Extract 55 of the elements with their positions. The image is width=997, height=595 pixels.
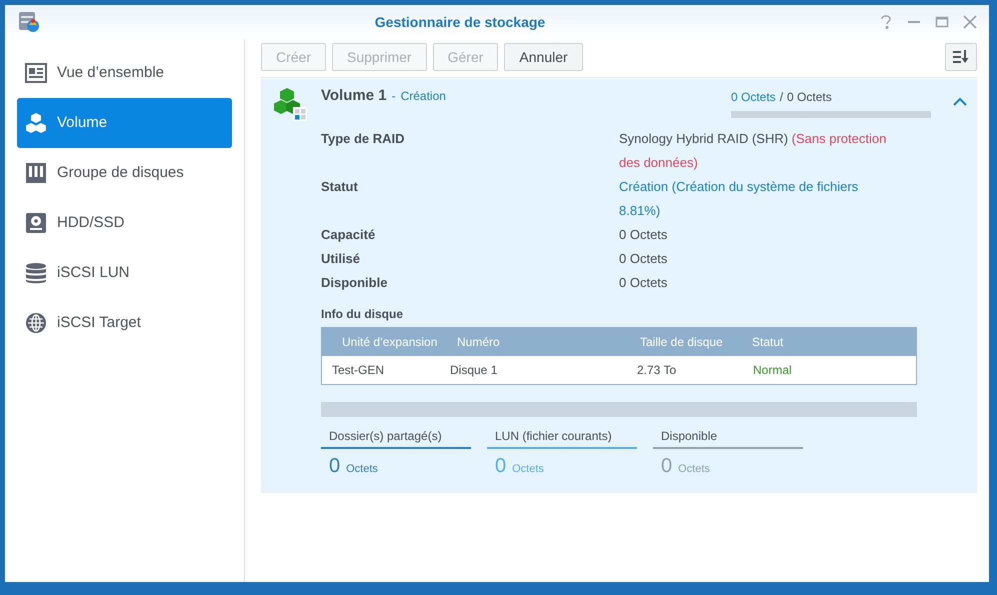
sort-icon [953,50,969,64]
column-header: Unité d’expansion [341,334,438,351]
detail-value: Synology Hybrid RAID (SHR) (Sans protection des données) [619,130,888,172]
database-icon [25,262,47,284]
cubes-icon [25,112,47,134]
column-header: Numéro [457,334,501,351]
maximize-icon[interactable] [935,15,949,29]
used-size: 0 Octets [731,89,776,106]
legend-label: Disponible [653,427,803,449]
volume-state: Création [400,88,446,105]
chevron-up-icon[interactable] [953,97,967,107]
detail-value: Création (Création du système de fichiers 8.81%) [619,178,860,220]
table-cell-text: Disque 1 [450,362,498,379]
table-cell-text: 2.73 To [637,362,678,379]
separator: / [780,89,784,106]
detail-label: Capacité [321,226,376,244]
sidebar-item[interactable]: Groupe de disques [17,148,232,198]
close-icon[interactable] [963,15,977,29]
app-icon [17,10,41,34]
table-cell-text: Normal [753,362,793,379]
legend-value: 0 [495,454,506,479]
toolbar-button[interactable]: Annuler [504,43,583,71]
detail-label: Utilisé [321,250,362,268]
column-header: Statut [752,334,784,351]
legend-unit: Octets [678,462,710,477]
sort-button[interactable] [945,43,977,71]
help-icon[interactable] [879,15,893,29]
legend-label: LUN (fichier courants) [487,427,637,449]
separator: - [392,88,396,105]
sidebar-item[interactable]: iSCSI Target [17,298,232,348]
detail-label: Type de RAID [321,130,406,148]
globe-icon [25,312,47,334]
id-card-icon [25,62,47,84]
volume-name: Volume 1 [321,86,387,106]
sidebar-item[interactable]: iSCSI LUN [17,248,232,298]
legend-label: Dossier(s) partagé(s) [321,427,471,449]
legend-unit: Octets [512,462,544,477]
total-size: 0 Octets [787,89,832,106]
legend-unit: Octets [346,462,378,477]
window-title: Gestionnaire de stockage [374,12,546,32]
cubes-icon [273,87,307,121]
column-header: Taille de disque [640,334,724,351]
detail-value: 0 Octets [619,250,668,268]
legend-value: 0 [329,454,340,479]
sidebar-item[interactable]: HDD/SSD [17,198,232,248]
disk-group-icon [25,162,47,184]
detail-label: Disponible [321,274,388,292]
detail-value: 0 Octets [619,226,668,244]
sidebar-item[interactable]: Volume [17,98,232,148]
legend-value: 0 [661,454,672,479]
sidebar-item[interactable]: Vue d’ensemble [17,48,232,98]
detail-value: 0 Octets [619,274,668,292]
section-title: Info du disque [321,306,404,323]
detail-label: Statut [321,178,359,196]
table-cell-text: Test-GEN [331,362,386,379]
